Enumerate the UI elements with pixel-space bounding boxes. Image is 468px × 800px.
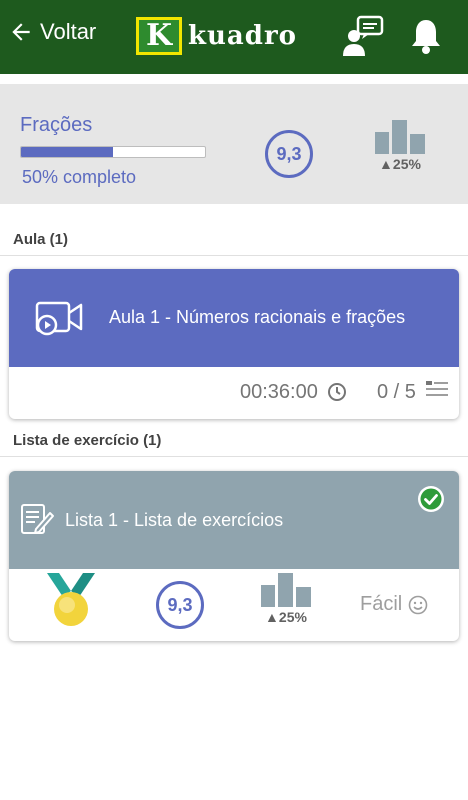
smiley-icon — [408, 595, 428, 614]
logo-letter: K — [145, 18, 173, 53]
lesson-progress-count: 0 / 5 — [377, 381, 416, 403]
lesson-card-header[interactable]: Aula 1 - Números racionais e frações — [9, 269, 459, 367]
lessons-heading: Aula (1) — [0, 224, 468, 256]
logo-text: kuadro — [188, 21, 297, 51]
notifications-button[interactable] — [406, 16, 446, 56]
score-badge: 9,3 — [265, 130, 313, 178]
lesson-duration: 00:36:00 — [240, 381, 318, 403]
exercise-title: Lista 1 - Lista de exercícios — [65, 510, 284, 530]
arrow-left-icon — [12, 23, 30, 41]
exercise-score-value: 9,3 — [167, 594, 193, 615]
difficulty-label: Fácil — [360, 593, 428, 616]
app-header: Voltar K kuadro — [0, 0, 468, 74]
subject-title: Frações — [20, 114, 93, 136]
progress-bar — [20, 146, 206, 158]
exercise-card-header[interactable]: Lista 1 - Lista de exercícios — [9, 471, 459, 569]
exercises-heading: Lista de exercício (1) — [0, 425, 468, 457]
video-camera-icon — [35, 301, 83, 336]
exercise-ranking-indicator: ▲25% — [261, 573, 311, 625]
exercise-card[interactable]: Lista 1 - Lista de exercícios 9,3 ▲25% F… — [9, 471, 459, 641]
exercise-card-footer: 9,3 ▲25% Fácil — [9, 569, 459, 641]
bell-icon — [412, 20, 440, 54]
progress-fill — [21, 147, 113, 157]
bar-chart-icon — [375, 120, 425, 154]
exercise-ranking-text: ▲25% — [265, 609, 307, 625]
exercises-heading-text: Lista de exercício (1) — [13, 432, 162, 449]
lesson-title: Aula 1 - Números racionais e frações — [109, 307, 406, 327]
back-label: Voltar — [40, 19, 97, 44]
lesson-card-footer: 00:36:00 0 / 5 — [9, 367, 459, 419]
score-value: 9,3 — [276, 143, 302, 164]
bar-chart-icon — [261, 573, 311, 607]
list-icon — [426, 381, 448, 396]
check-circle-icon — [418, 486, 444, 512]
chat-person-icon — [343, 15, 384, 56]
chat-button[interactable] — [340, 14, 386, 60]
progress-text: 50% completo — [22, 167, 137, 187]
clock-icon — [328, 383, 346, 401]
app-logo: K kuadro — [136, 16, 297, 56]
ranking-indicator: ▲25% — [375, 120, 425, 172]
back-button[interactable]: Voltar — [8, 16, 96, 48]
logo-badge: K — [136, 17, 182, 55]
lessons-heading-text: Aula (1) — [13, 231, 69, 248]
exercise-score-badge: 9,3 — [156, 581, 204, 629]
lesson-card[interactable]: Aula 1 - Números racionais e frações 00:… — [9, 269, 459, 419]
document-edit-icon — [21, 504, 54, 534]
medal-icon — [47, 573, 95, 626]
ranking-text: ▲25% — [379, 156, 421, 172]
difficulty-text: Fácil — [360, 593, 403, 615]
